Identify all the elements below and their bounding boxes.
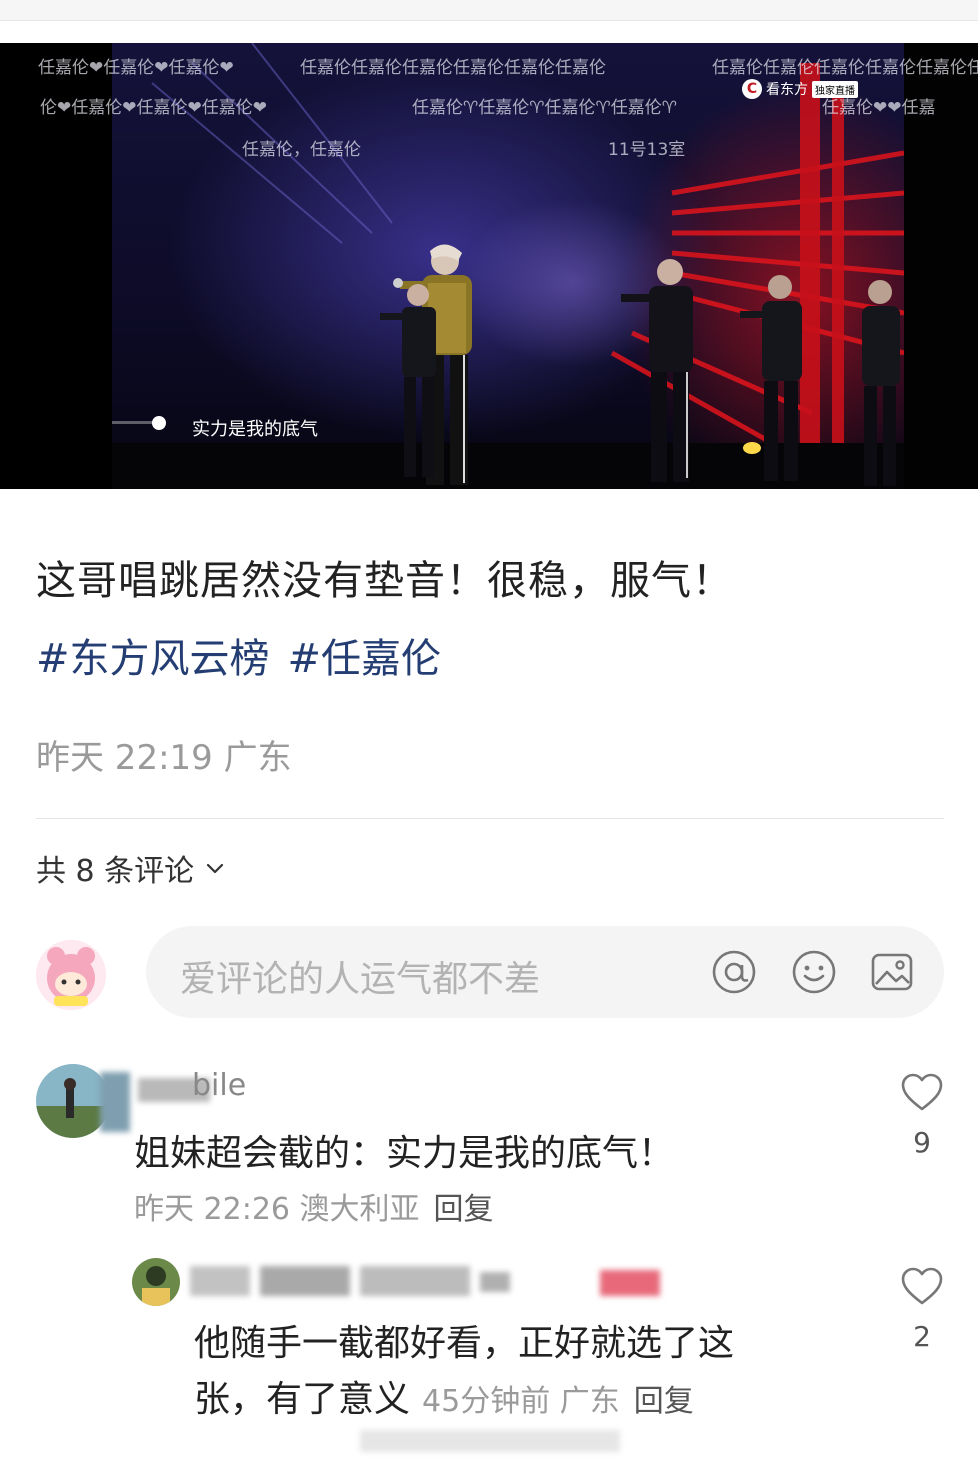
comment-time: 昨天 22:26 澳大利亚 <box>134 1192 420 1227</box>
danmaku-text: 伦❤任嘉伦❤任嘉伦❤任嘉伦❤ <box>40 98 267 118</box>
video-player[interactable]: 任嘉伦❤任嘉伦❤任嘉伦❤ 任嘉伦任嘉伦任嘉伦任嘉伦任嘉伦任嘉伦 任嘉伦任嘉伦任嘉… <box>0 43 978 489</box>
post-tags: #东方风云榜 #任嘉伦 <box>36 626 459 684</box>
danmaku-text: 任嘉伦，任嘉伦 <box>242 140 361 160</box>
emoji-icon[interactable] <box>790 948 838 996</box>
comment-input-placeholder: 爱评论的人运气都不差 <box>180 959 541 1000</box>
comment-input[interactable]: 爱评论的人运气都不差 <box>146 926 944 1018</box>
like-count: 9 <box>913 1126 931 1159</box>
image-icon[interactable] <box>868 948 916 996</box>
badge-redacted <box>600 1270 660 1296</box>
comment-text-line2: 张，有了意义 45分钟前 广东 回复 <box>194 1379 694 1420</box>
username-redacted <box>190 1266 250 1296</box>
video-subtitle: 实力是我的底气 <box>192 419 318 440</box>
hashtag-link[interactable]: #东方风云榜 <box>36 636 270 682</box>
danmaku-text: 任嘉伦❤任嘉伦❤任嘉伦❤ <box>38 58 234 78</box>
like-count: 2 <box>913 1320 931 1353</box>
comment-username[interactable]: bile <box>192 1068 246 1103</box>
danmaku-text: 任嘉伦任嘉伦任嘉伦任嘉伦任嘉伦任 <box>712 58 978 78</box>
top-bar <box>0 0 978 21</box>
hashtag-link[interactable]: #任嘉伦 <box>288 636 442 682</box>
comment-text: 姐妹超会截的：实力是我的底气！ <box>134 1133 675 1174</box>
comment-meta: 昨天 22:26 澳大利亚 回复 <box>134 1184 494 1228</box>
commenter-avatar[interactable] <box>36 1064 110 1138</box>
dancer-center <box>621 259 693 482</box>
dancer-right <box>740 275 802 481</box>
heart-icon <box>901 1267 943 1305</box>
broadcaster-icon: C <box>742 79 762 99</box>
dancer-far-right <box>862 280 900 486</box>
comment-time: 45分钟前 广东 <box>422 1384 620 1419</box>
heart-icon <box>901 1073 943 1111</box>
danmaku-text: 任嘉伦♈任嘉伦♈任嘉伦♈任嘉伦♈ <box>412 98 677 118</box>
comment-text: 他随手一截都好看，正好就选了这 <box>194 1323 735 1364</box>
post-title: 这哥唱跳居然没有垫音！很稳，服气！ <box>36 558 733 604</box>
chevron-down-icon <box>207 863 224 874</box>
reply-button[interactable]: 回复 <box>434 1192 494 1227</box>
at-icon[interactable] <box>710 948 758 996</box>
danmaku-text: 任嘉伦任嘉伦任嘉伦任嘉伦任嘉伦任嘉伦 <box>300 58 606 78</box>
dancer-left <box>380 284 436 477</box>
reply-button[interactable]: 回复 <box>634 1384 694 1419</box>
post-meta: 昨天 22:19 广东 <box>36 738 292 778</box>
watermark-redacted <box>360 1430 620 1452</box>
danmaku-text: 11号13室 <box>608 140 686 160</box>
comments-count-label: 共 8 条评论 <box>36 854 195 889</box>
like-button[interactable]: 2 <box>900 1266 944 1353</box>
commenter-avatar[interactable] <box>132 1258 180 1306</box>
like-button[interactable]: 9 <box>900 1072 944 1159</box>
subtitle-indicator-dot <box>152 416 166 430</box>
divider <box>36 818 944 819</box>
comments-count-toggle[interactable]: 共 8 条评论 <box>36 846 226 890</box>
current-user-avatar[interactable] <box>36 940 106 1010</box>
broadcaster-logo: C 看东方 独家直播 <box>742 79 858 99</box>
